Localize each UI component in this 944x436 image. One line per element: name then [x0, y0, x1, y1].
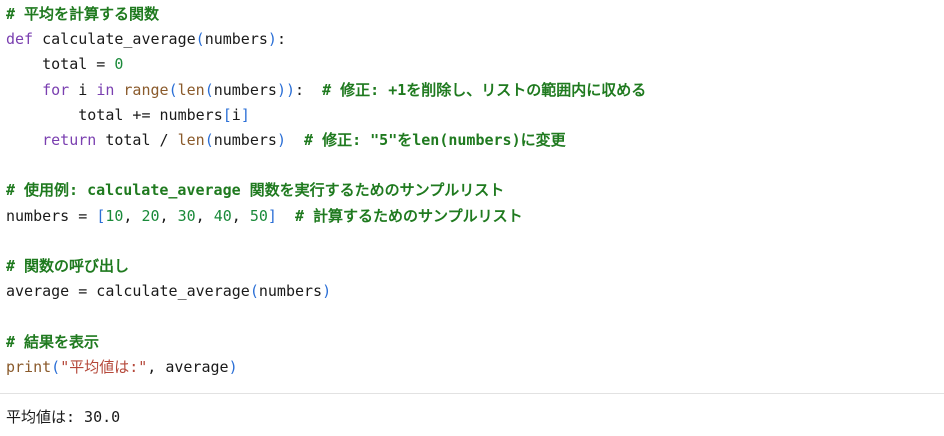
code-token-bracket: ( [51, 357, 61, 376]
code-token-plain: numbers = [6, 206, 97, 225]
code-line: # 結果を表示 [6, 329, 99, 355]
code-token-string: "平均値は:" [60, 357, 148, 376]
code-token-plain: , [231, 206, 250, 225]
code-token-keyword: return [42, 131, 97, 149]
code-token-bracket: ) [276, 131, 286, 149]
code-token-builtin: range [123, 80, 169, 99]
code-token-plain: : [295, 80, 323, 99]
code-token-bracket: ( [204, 131, 214, 149]
code-token-plain: : [276, 30, 286, 49]
code-token-bracket: ( [195, 30, 205, 49]
code-token-number: 20 [141, 206, 160, 225]
code-token-number: 0 [114, 55, 124, 74]
code-token-bracket: ( [204, 80, 214, 99]
code-line: # 平均を計算する関数 [6, 1, 159, 27]
code-line: # 関数の呼び出し [6, 253, 129, 279]
code-token-bracket: [ [222, 105, 232, 124]
code-token-plain: , [195, 206, 214, 225]
code-line: print("平均値は:", average) [6, 354, 238, 380]
code-line: total = 0 [6, 51, 123, 77]
code-line: def calculate_average(numbers): [6, 26, 286, 52]
code-token-builtin: len [177, 80, 205, 99]
code-token-comment: # 計算するためのサンプルリスト [295, 206, 523, 225]
code-token-bracket: [ [96, 206, 106, 225]
cell-output: 平均値は: 30.0 [6, 408, 121, 426]
code-token-plain: numbers [213, 80, 277, 99]
code-token-plain: average = calculate_average [6, 282, 250, 301]
code-token-plain: , average [147, 357, 229, 376]
code-token-plain: numbers [258, 282, 323, 301]
code-token-bracket: ) [322, 282, 332, 301]
code-token-builtin: print [6, 357, 52, 376]
code-token-bracket: ( [249, 282, 259, 301]
code-token-plain: total / [96, 131, 178, 149]
code-token-plain: total = [6, 55, 115, 74]
code-line: total += numbers[i] [6, 102, 250, 128]
code-token-keyword: for [42, 80, 70, 99]
code-line: # 使用例: calculate_average 関数を実行するためのサンプルリ… [6, 177, 504, 203]
code-token-plain: , [123, 206, 142, 225]
code-token-number: 50 [249, 206, 268, 225]
output-divider [0, 393, 944, 394]
code-token-bracket: )) [276, 80, 295, 99]
code-token-plain: , [159, 206, 178, 225]
code-line: average = calculate_average(numbers) [6, 278, 331, 304]
code-token-number: 40 [213, 206, 232, 225]
code-token-bracket: ) [267, 30, 277, 49]
code-token-plain: calculate_average [33, 30, 196, 49]
code-token-bracket: ] [240, 105, 250, 124]
code-token-comment: # 関数の呼び出し [6, 257, 130, 275]
code-cell[interactable]: # 平均を計算する関数 def calculate_average(numbers… [0, 0, 944, 393]
code-token-number: 10 [105, 206, 124, 225]
code-token-keyword: in [96, 80, 115, 99]
code-token-bracket: ) [228, 357, 238, 376]
code-token-comment: # 結果を表示 [6, 332, 100, 351]
code-token-bracket: ( [168, 80, 178, 99]
code-line: numbers = [10, 20, 30, 40, 50] # 計算するための… [6, 203, 523, 229]
code-token-comment: # 修正: "5"をlen(numbers)に変更 [304, 131, 566, 149]
code-token-builtin: len [177, 131, 205, 149]
code-token-comment: # 使用例: calculate_average 関数を実行するためのサンプルリ… [6, 181, 505, 200]
code-line: for i in range(len(numbers)): # 修正: +1を削… [6, 77, 646, 103]
code-token-plain: numbers [204, 30, 268, 49]
code-token-bracket: ] [267, 206, 277, 225]
code-token-comment: # 平均を計算する関数 [6, 5, 160, 23]
code-token-comment: # 修正: +1を削除し、リストの範囲内に収める [322, 80, 647, 99]
code-line: return total / len(numbers) # 修正: "5"をle… [6, 127, 566, 153]
code-token-keyword: def [6, 30, 34, 49]
code-token-plain: i [69, 80, 97, 99]
code-token-number: 30 [177, 206, 196, 225]
code-token-plain: numbers [213, 131, 277, 149]
code-token-plain: total += numbers [6, 105, 223, 124]
code-token-plain: i [231, 105, 241, 124]
